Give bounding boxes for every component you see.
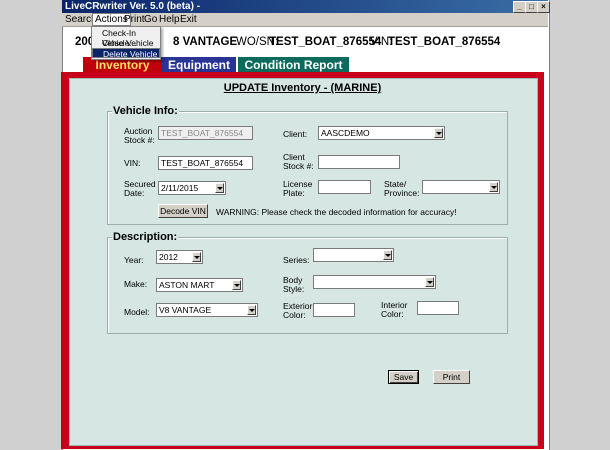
license-plate-label: License Plate: — [283, 179, 313, 198]
model-label: Model: — [124, 307, 150, 317]
body-style-select[interactable] — [313, 275, 436, 289]
secured-date-value: 2/11/2015 — [161, 183, 199, 193]
exterior-color-input[interactable] — [313, 303, 355, 317]
header-wo-value: TEST_BOAT_876554 — [269, 36, 382, 48]
menu-item-delete-vehicle[interactable]: Delete Vehicle — [92, 48, 160, 59]
interior-color-input[interactable] — [417, 301, 459, 315]
menu-item-close-vehicle[interactable]: Close Vehicle — [92, 38, 160, 48]
year-select-value: 2012 — [159, 252, 178, 262]
model-select-value: V8 VANTAGE — [159, 305, 212, 315]
chevron-down-icon[interactable] — [192, 252, 201, 262]
secured-date-select[interactable]: 2/11/2015 — [158, 181, 226, 195]
make-select-value: ASTON MART — [159, 280, 215, 290]
title-bar: LiveCRwriter Ver. 5.0 (beta) - _ □ × — [62, 0, 550, 13]
chevron-down-icon[interactable] — [425, 277, 434, 287]
series-select[interactable] — [313, 248, 394, 262]
series-label: Series: — [283, 255, 310, 265]
state-select[interactable] — [422, 180, 500, 194]
decode-vin-button[interactable]: Decode VIN — [158, 204, 208, 218]
decode-warning: WARNING: Please check the decoded inform… — [216, 207, 457, 217]
chevron-down-icon[interactable] — [247, 305, 256, 315]
chevron-down-icon[interactable] — [434, 128, 443, 138]
close-icon[interactable]: × — [537, 1, 550, 13]
body-style-label: Body Style: — [283, 275, 305, 294]
client-label: Client: — [283, 129, 308, 139]
client-stock-input[interactable] — [318, 155, 400, 169]
auction-stock-input[interactable]: TEST_BOAT_876554 — [158, 126, 253, 140]
tab-condition-report[interactable]: Condition Report — [238, 57, 349, 73]
print-button[interactable]: Print — [433, 370, 470, 384]
menu-go[interactable]: Go — [144, 14, 157, 25]
chevron-down-icon[interactable] — [215, 183, 224, 193]
vin-label: VIN: — [124, 158, 141, 168]
model-select[interactable]: V8 VANTAGE — [156, 303, 258, 317]
client-select-value: AASCDEMO — [321, 128, 370, 138]
menu-item-check-in-vehicle[interactable]: Check-In Vehicle... — [92, 28, 160, 48]
page-title: UPDATE Inventory - (MARINE) — [223, 82, 382, 94]
vehicle-info-title: Vehicle Info: — [112, 105, 179, 117]
tab-equipment[interactable]: Equipment — [162, 57, 236, 73]
chevron-down-icon[interactable] — [489, 182, 498, 192]
actions-dropdown: Check-In Vehicle... Close Vehicle Delete… — [91, 26, 161, 60]
menu-help[interactable]: Help — [159, 14, 180, 25]
year-label: Year: — [124, 255, 144, 265]
chevron-down-icon[interactable] — [383, 250, 392, 260]
interior-color-label: Interior Color: — [381, 300, 408, 319]
state-label: State/ Province: — [384, 179, 420, 198]
menu-print[interactable]: Print — [124, 14, 145, 25]
description-title: Description: — [112, 231, 179, 243]
make-label: Make: — [124, 279, 148, 289]
menu-exit[interactable]: Exit — [180, 14, 197, 25]
auction-stock-label: Auction Stock #: — [124, 126, 155, 145]
secured-date-label: Secured Date: — [124, 179, 156, 198]
license-plate-input[interactable] — [318, 180, 371, 194]
exterior-color-label: Exterior Color: — [283, 301, 313, 320]
make-select[interactable]: ASTON MART — [156, 278, 243, 292]
header-model: 8 VANTAGE — [173, 36, 238, 48]
window-title: LiveCRwriter Ver. 5.0 (beta) - — [65, 1, 201, 12]
year-select[interactable]: 2012 — [156, 250, 203, 264]
header-vin-value: TEST_BOAT_876554 — [388, 36, 501, 48]
client-select[interactable]: AASCDEMO — [318, 126, 445, 140]
chevron-down-icon[interactable] — [232, 280, 241, 290]
menu-bar: Search Actions Print Go Help Exit — [62, 13, 548, 27]
save-button[interactable]: Save — [388, 370, 419, 384]
client-stock-label: Client Stock #: — [283, 152, 314, 171]
vin-input[interactable]: TEST_BOAT_876554 — [158, 156, 253, 170]
